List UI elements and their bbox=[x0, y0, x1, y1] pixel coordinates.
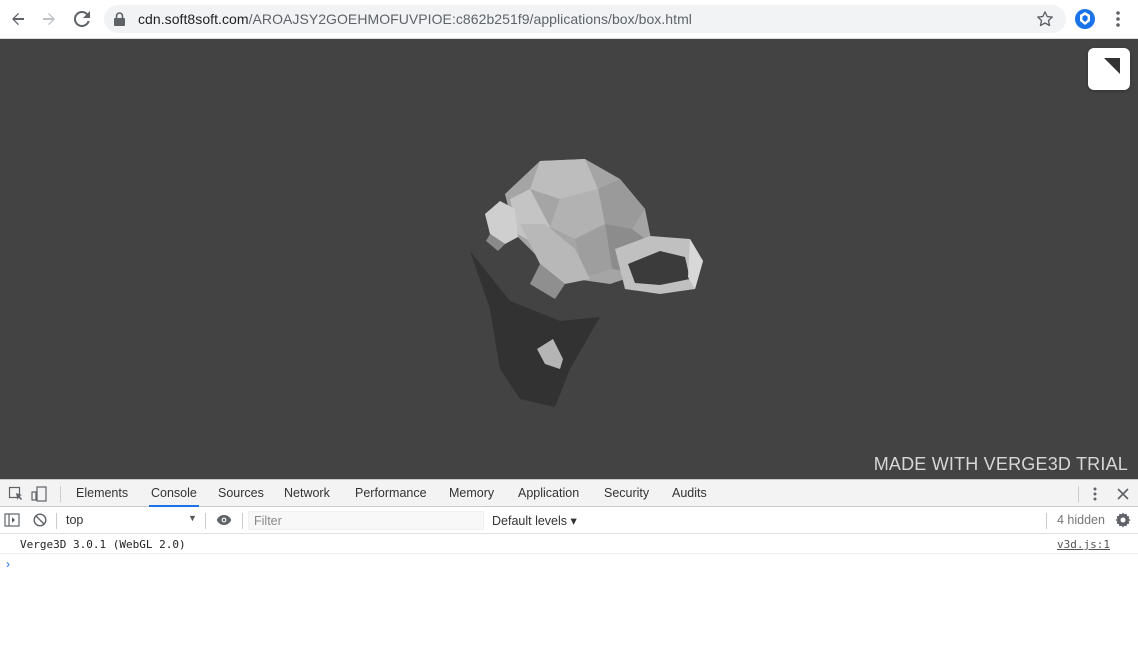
tab-sources[interactable]: Sources bbox=[216, 480, 266, 507]
close-devtools-icon[interactable] bbox=[1111, 482, 1135, 506]
log-levels-dropdown[interactable]: Default levels ▾ bbox=[492, 513, 577, 528]
browser-toolbar: cdn.soft8soft.com/AROAJSY2GOEHMOFUVPIOE:… bbox=[0, 0, 1138, 39]
tab-network[interactable]: Network bbox=[282, 480, 332, 507]
tab-performance[interactable]: Performance bbox=[353, 480, 429, 507]
toolbar-divider bbox=[1078, 486, 1079, 502]
reload-icon[interactable] bbox=[70, 7, 94, 31]
context-selector[interactable]: top bbox=[66, 513, 83, 527]
tab-memory[interactable]: Memory bbox=[447, 480, 496, 507]
address-bar[interactable]: cdn.soft8soft.com/AROAJSY2GOEHMOFUVPIOE:… bbox=[104, 5, 1066, 33]
lock-icon bbox=[114, 12, 125, 31]
console-prompt[interactable]: › bbox=[6, 557, 10, 571]
console-filter-field[interactable] bbox=[248, 511, 484, 530]
clear-console-icon[interactable] bbox=[28, 508, 52, 532]
tab-audits[interactable]: Audits bbox=[670, 480, 709, 507]
toolbar-divider bbox=[60, 486, 61, 502]
console-message: Verge3D 3.0.1 (WebGL 2.0) bbox=[20, 538, 186, 551]
trial-watermark: MADE WITH VERGE3D TRIAL bbox=[873, 454, 1128, 474]
sidebar-toggle-icon[interactable] bbox=[0, 508, 24, 532]
console-message-row: Verge3D 3.0.1 (WebGL 2.0) v3d.js:1 bbox=[0, 535, 1138, 554]
kebab-menu-icon[interactable] bbox=[1106, 7, 1130, 31]
back-arrow-icon[interactable] bbox=[6, 7, 30, 31]
bookmark-star-icon[interactable] bbox=[1036, 10, 1054, 33]
console-filter-bar: top ▼ Default levels ▾ 4 hidden bbox=[0, 507, 1138, 534]
filter-input[interactable] bbox=[249, 512, 483, 530]
tab-elements[interactable]: Elements bbox=[74, 480, 130, 507]
tab-security[interactable]: Security bbox=[602, 480, 651, 507]
eye-icon[interactable] bbox=[212, 508, 236, 532]
fullscreen-icon bbox=[1104, 58, 1120, 74]
toolbar-divider bbox=[56, 513, 57, 529]
monkey-head-model bbox=[470, 159, 703, 407]
tab-application[interactable]: Application bbox=[516, 480, 581, 507]
forward-arrow-icon[interactable] bbox=[37, 7, 61, 31]
devtools-panel: Elements Console Sources Network Perform… bbox=[0, 479, 1138, 657]
fullscreen-button[interactable] bbox=[1088, 48, 1130, 90]
url-text: cdn.soft8soft.com/AROAJSY2GOEHMOFUVPIOE:… bbox=[138, 11, 692, 27]
chevron-down-icon: ▼ bbox=[188, 513, 197, 523]
devtools-menu-icon[interactable] bbox=[1083, 482, 1107, 506]
devtools-tab-bar: Elements Console Sources Network Perform… bbox=[0, 480, 1138, 507]
inspect-element-icon[interactable] bbox=[4, 482, 28, 506]
webgl-viewport[interactable]: MADE WITH VERGE3D TRIAL bbox=[0, 39, 1138, 479]
toolbar-divider bbox=[1046, 513, 1047, 529]
device-toolbar-icon[interactable] bbox=[27, 482, 51, 506]
toolbar-divider bbox=[205, 513, 206, 529]
tab-console[interactable]: Console bbox=[149, 480, 199, 507]
hidden-count: 4 hidden bbox=[1057, 513, 1105, 527]
extension-icon[interactable] bbox=[1073, 7, 1097, 31]
toolbar-divider bbox=[242, 513, 243, 529]
gear-icon[interactable] bbox=[1111, 508, 1135, 532]
console-source-link[interactable]: v3d.js:1 bbox=[1057, 538, 1110, 551]
